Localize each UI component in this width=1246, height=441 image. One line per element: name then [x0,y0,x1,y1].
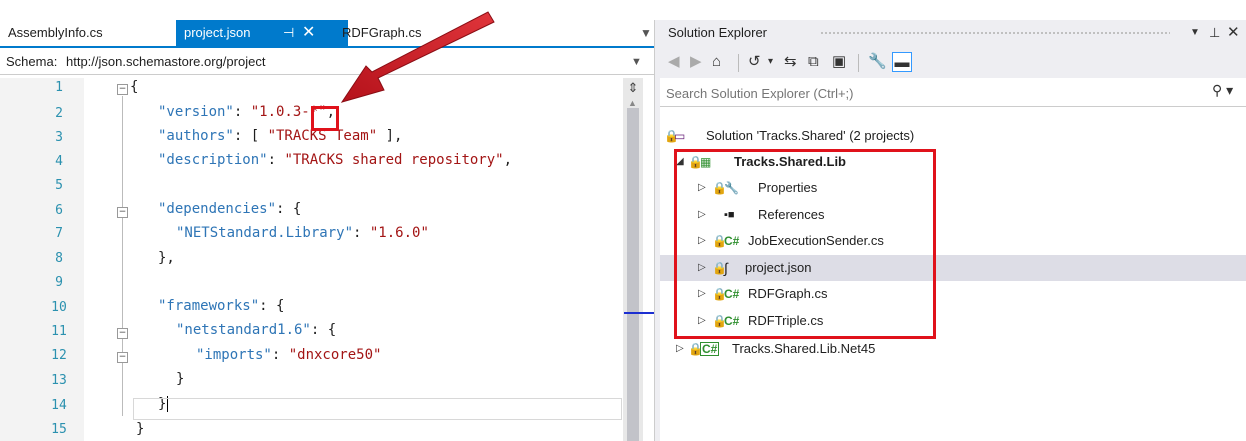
scrollbar-thumb[interactable] [627,108,639,441]
close-icon[interactable]: ✕ [1227,20,1240,46]
home-icon[interactable]: ⌂ [712,52,721,72]
code-line-7: "NETStandard.Library": "1.6.0" [176,225,429,241]
line-number: 9 [55,275,63,290]
preview-selected-icon[interactable]: ▬ [892,52,912,72]
tab-assemblyinfo[interactable]: AssemblyInfo.cs [0,20,181,46]
code-editor[interactable]: 1 2 3 4 5 6 7 8 9 10 11 12 13 14 15 − − … [0,78,620,441]
split-editor-icon[interactable]: ⇕ [623,80,643,96]
code-line-11: "netstandard1.6": { [176,322,337,338]
expand-arrow-icon[interactable]: ▷ [676,336,684,362]
scroll-up-icon[interactable]: ▲ [628,98,637,108]
code-line-15: } [136,421,145,437]
properties-wrench-icon[interactable]: 🔧 [868,52,887,72]
solution-search-box[interactable]: ⚲ ▾ [660,78,1246,107]
line-number: 2 [55,106,63,121]
tab-list-dropdown-icon[interactable]: ▼ [640,20,652,46]
schema-dropdown-icon[interactable]: ▼ [631,50,642,74]
code-line-8: }, [158,250,175,266]
panel-menu-icon[interactable]: ▼ [1190,20,1200,46]
line-number: 1 [55,80,63,95]
tree-item-solution[interactable]: 🔒 ▭ Solution 'Tracks.Shared' (2 projects… [660,123,1246,149]
line-number: 3 [55,130,63,145]
sync-icon[interactable]: ⇆ [784,52,797,72]
collapse-all-icon[interactable]: ⧉ [808,52,819,72]
csharp-project-icon: C# [700,342,720,356]
solution-icon: ▭ [674,129,686,143]
line-number: 15 [51,422,67,437]
line-number: 11 [51,324,67,339]
tab-label: project.json [184,25,251,40]
code-line-13: } [176,371,185,387]
toolbar-separator [858,54,859,72]
toolbar-separator [738,54,739,72]
show-all-files-icon[interactable]: ▣ [832,52,846,72]
line-number: 4 [55,154,63,169]
scroll-position-marker [624,312,654,314]
pin-icon[interactable]: ⊣ [283,20,294,46]
code-line-4: "description": "TRACKS shared repository… [158,152,513,168]
fold-toggle-icon[interactable]: − [117,84,128,95]
project-highlight-box [674,149,936,339]
pin-icon[interactable]: ⊥ [1209,20,1220,46]
current-line-highlight [133,398,622,420]
solution-explorer-panel: Solution Explorer ▼ ⊥ ✕ ◀ ▶ ⌂ ↺ ▾ ⇆ ⧉ ▣ … [660,20,1246,441]
line-number: 8 [55,251,63,266]
line-number: 5 [55,178,63,193]
code-line-3: "authors": [ "TRACKS Team" ], [158,128,403,144]
schema-label: Schema: [6,54,58,69]
editor-vertical-scrollbar[interactable]: ⇕ ▲ [623,78,643,441]
fold-toggle-icon[interactable]: − [117,352,128,363]
forward-icon[interactable]: ▶ [690,52,702,72]
back-icon[interactable]: ◀ [668,52,680,72]
pending-changes-dropdown-icon[interactable]: ▾ [768,52,773,72]
code-line-10: "frameworks": { [158,298,285,314]
annotation-arrow-icon [340,11,495,103]
search-icon[interactable]: ⚲ ▾ [1212,82,1233,99]
fold-toggle-icon[interactable]: − [117,207,128,218]
schema-url-select[interactable]: http://json.schemastore.org/project [66,50,265,74]
fold-guide [122,96,123,416]
title-grip [820,31,1170,35]
line-number: 6 [55,203,63,218]
search-input[interactable] [664,82,1208,104]
line-number: 12 [51,348,67,363]
solution-explorer-toolbar: ◀ ▶ ⌂ ↺ ▾ ⇆ ⧉ ▣ 🔧 ▬ [660,46,1246,78]
code-line-6: "dependencies": { [158,201,302,217]
line-number: 14 [51,398,67,413]
line-number: 10 [51,300,67,315]
code-line-12: "imports": "dnxcore50" [196,347,382,363]
line-number: 13 [51,373,67,388]
solution-explorer-titlebar: Solution Explorer ▼ ⊥ ✕ [660,20,1246,46]
fold-toggle-icon[interactable]: − [117,328,128,339]
pending-changes-icon[interactable]: ↺ [748,52,761,72]
line-number: 7 [55,226,63,241]
panel-title: Solution Explorer [668,25,767,40]
tree-item-project-net45[interactable]: ▷ 🔒 C# Tracks.Shared.Lib.Net45 [660,336,1246,362]
code-line-1: { [130,79,139,95]
